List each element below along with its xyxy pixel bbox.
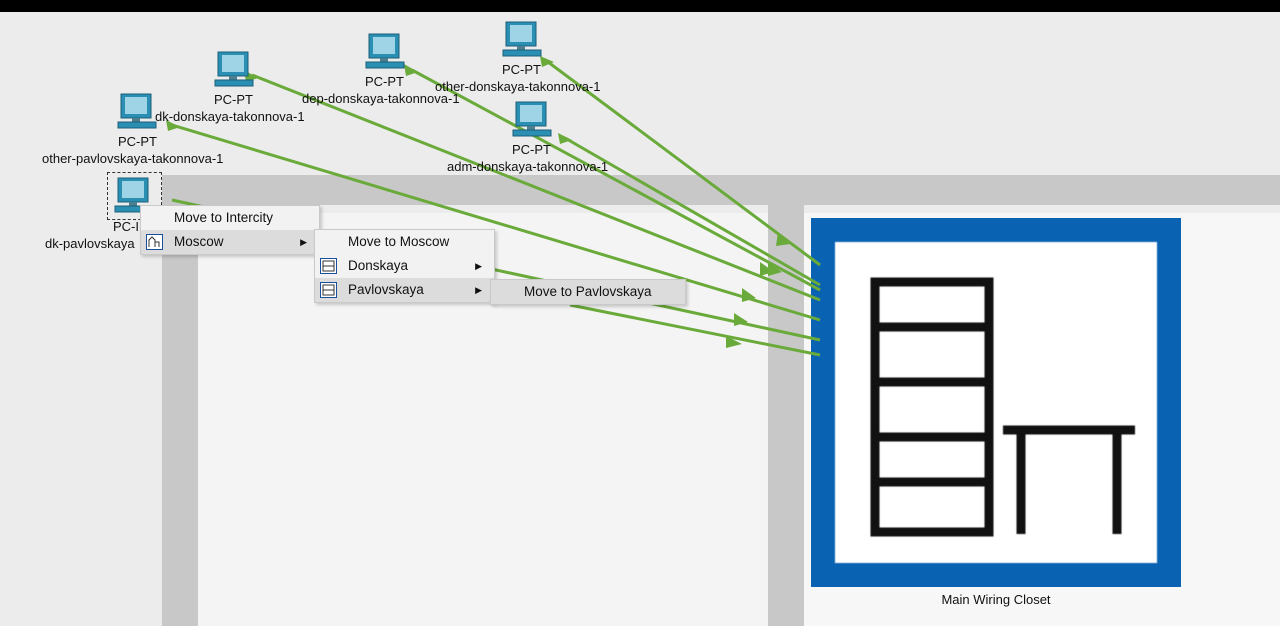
- computer-icon: [214, 51, 254, 87]
- building-wall-top: [162, 175, 1280, 205]
- pc-name-label: adm-donskaya-takonnova-1: [447, 159, 609, 174]
- wiring-closet-icon: [835, 242, 1157, 563]
- wiring-closet[interactable]: [811, 218, 1181, 587]
- pc-type-label: PC-PT: [214, 92, 253, 107]
- menu-item-pavlovskaya[interactable]: Pavlovskaya ▶: [315, 278, 494, 302]
- building-wall-middle: [768, 205, 804, 626]
- pc-name-label: dk-pavlovskaya: [45, 236, 135, 251]
- computer-icon: [117, 93, 157, 129]
- pc-name-label: dk-donskaya-takonnova-1: [155, 109, 305, 124]
- menu-item-label: Pavlovskaya: [348, 282, 424, 297]
- submenu-pavlovskaya: Move to Pavlovskaya: [490, 279, 686, 305]
- submenu-arrow-icon: ▶: [300, 237, 307, 247]
- building-icon: [320, 258, 337, 274]
- pc-name-label: other-donskaya-takonnova-1: [435, 79, 601, 94]
- pc-type-label: PC-I: [113, 219, 139, 234]
- pc-type-label: PC-PT: [365, 74, 404, 89]
- computer-icon: [365, 33, 405, 69]
- menu-item-label: Donskaya: [348, 258, 409, 273]
- menu-item-move-to-moscow[interactable]: Move to Moscow: [315, 230, 494, 254]
- top-bar: [0, 0, 1280, 12]
- menu-item-move-to-intercity[interactable]: Move to Intercity: [141, 206, 319, 230]
- context-menu: Move to Intercity Moscow ▶: [140, 205, 320, 255]
- menu-item-label: Moscow: [174, 234, 224, 249]
- pc-type-label: PC-PT: [118, 134, 157, 149]
- menu-item-label: Move to Intercity: [174, 210, 274, 225]
- submenu-arrow-icon: ▶: [475, 285, 482, 295]
- computer-icon: [512, 101, 552, 137]
- menu-item-label: Move to Pavlovskaya: [524, 284, 652, 299]
- wiring-closet-label: Main Wiring Closet: [941, 592, 1051, 607]
- building-icon: [320, 282, 337, 298]
- submenu-moscow: Move to Moscow Donskaya ▶ Pavlovskaya ▶: [314, 229, 495, 303]
- menu-item-move-to-pavlovskaya[interactable]: Move to Pavlovskaya: [491, 280, 685, 304]
- menu-item-donskaya[interactable]: Donskaya ▶: [315, 254, 494, 278]
- computer-icon: [502, 21, 542, 57]
- pc-name-label: other-pavlovskaya-takonnova-1: [42, 151, 224, 166]
- menu-item-label: Move to Moscow: [348, 234, 450, 249]
- city-icon: [146, 234, 163, 250]
- submenu-arrow-icon: ▶: [475, 261, 482, 271]
- pc-type-label: PC-PT: [502, 62, 541, 77]
- menu-item-moscow[interactable]: Moscow ▶: [141, 230, 319, 254]
- pc-type-label: PC-PT: [512, 142, 551, 157]
- building-wall-left: [162, 205, 198, 626]
